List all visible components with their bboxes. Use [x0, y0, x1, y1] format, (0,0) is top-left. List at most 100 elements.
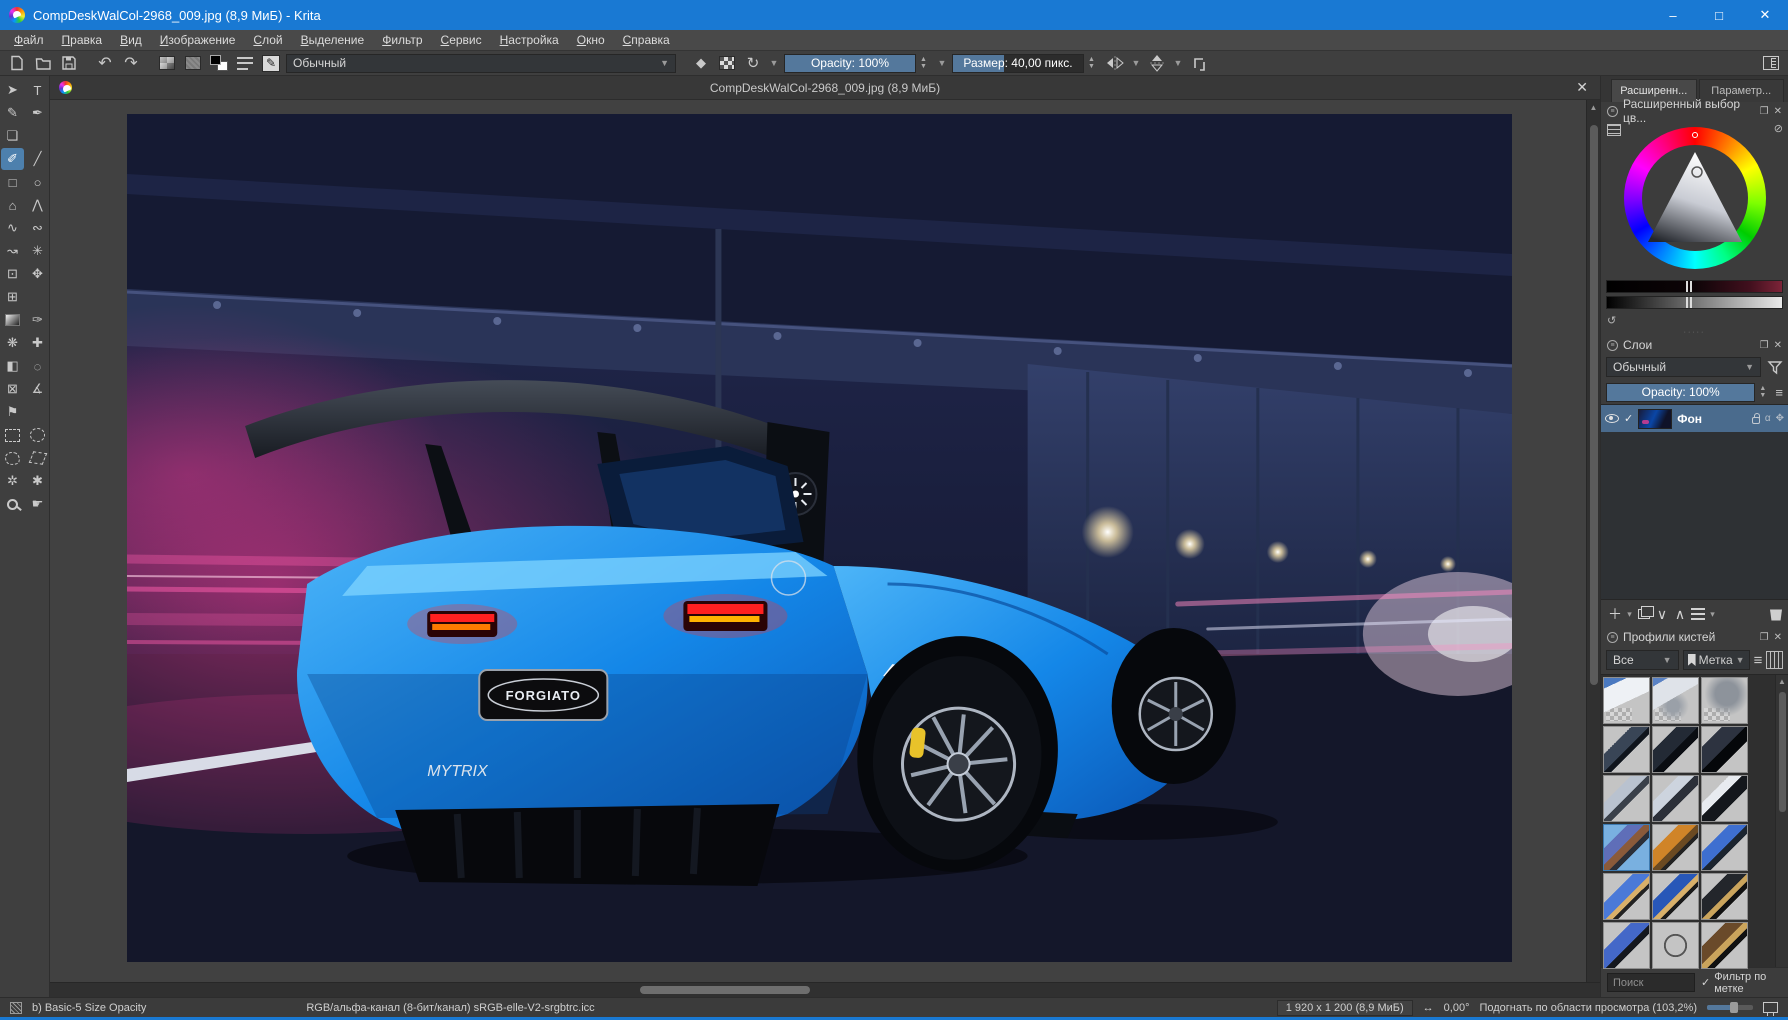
gradient-chooser-icon[interactable]: [156, 53, 178, 73]
duplicate-layer-button[interactable]: [1636, 603, 1652, 625]
rect-select-tool[interactable]: [1, 424, 24, 446]
mirror-horizontal-icon[interactable]: [1104, 53, 1126, 73]
refresh-colors-icon[interactable]: ↺: [1607, 315, 1616, 327]
layer-opacity-spinner[interactable]: ▲▼: [1759, 385, 1771, 399]
new-document-icon[interactable]: [6, 53, 28, 73]
crop-tool[interactable]: ⊞: [1, 286, 24, 308]
blend-mode-select[interactable]: Обычный ▼: [286, 54, 676, 73]
move-layer-up-button[interactable]: ∧: [1672, 603, 1688, 625]
size-spinner[interactable]: ▲▼: [1088, 56, 1100, 70]
save-icon[interactable]: [58, 53, 80, 73]
float-docker-icon[interactable]: ❐: [1760, 340, 1769, 351]
brush-preset[interactable]: [1701, 824, 1748, 871]
hue-value-strip[interactable]: [1606, 280, 1783, 293]
brush-preset[interactable]: [1701, 873, 1748, 920]
monitor-icon[interactable]: [1763, 1002, 1778, 1013]
layer-opacity-slider[interactable]: Opacity: 100%: [1606, 383, 1755, 402]
color-sampler-tool[interactable]: ✑: [26, 309, 49, 331]
layer-blend-mode-select[interactable]: Обычный ▼: [1606, 357, 1761, 377]
close-button[interactable]: ✕: [1742, 0, 1788, 30]
brush-preset[interactable]: [1701, 677, 1748, 724]
brush-preset[interactable]: [1652, 775, 1699, 822]
brush-preset[interactable]: [1603, 677, 1650, 724]
brush-preset[interactable]: [1652, 726, 1699, 773]
fg-bg-color-icon[interactable]: [208, 53, 230, 73]
docker-menu-icon[interactable]: ≡: [1607, 632, 1618, 643]
layer-name[interactable]: Фон: [1677, 412, 1747, 426]
similar-color-select-tool[interactable]: ✱: [26, 470, 49, 492]
zoom-tool[interactable]: [1, 493, 24, 515]
menu-image[interactable]: Изображение: [152, 31, 244, 49]
brush-scrollbar-thumb[interactable]: [1779, 692, 1786, 812]
menu-help[interactable]: Справка: [615, 31, 678, 49]
layer-filter-icon[interactable]: [1767, 359, 1783, 375]
menu-tools[interactable]: Сервис: [433, 31, 490, 49]
rectangle-tool[interactable]: □: [1, 171, 24, 193]
float-docker-icon[interactable]: ❐: [1760, 106, 1769, 117]
preserve-alpha-icon[interactable]: [716, 53, 738, 73]
zoom-mode-label[interactable]: Подогнать по области просмотра (103,2%): [1479, 1002, 1697, 1014]
layer-checkbox[interactable]: ✓: [1624, 412, 1633, 425]
layer-row[interactable]: ✓ Фон α ✥: [1601, 405, 1788, 432]
scroll-up-icon[interactable]: ▲: [1778, 675, 1786, 688]
opacity-spinner[interactable]: ▲▼: [920, 56, 932, 70]
freehand-brush-tool[interactable]: ✐: [1, 148, 24, 170]
close-docker-icon[interactable]: ✕: [1774, 632, 1782, 643]
open-document-icon[interactable]: [32, 53, 54, 73]
close-docker-icon[interactable]: ✕: [1774, 106, 1782, 117]
line-tool[interactable]: ╱: [26, 148, 49, 170]
document-close-icon[interactable]: ✕: [1564, 79, 1600, 96]
brush-preset[interactable]: [1701, 775, 1748, 822]
freehand-select-tool[interactable]: [1, 447, 24, 469]
opacity-slider[interactable]: Opacity: 100%: [784, 54, 916, 73]
reload-preset-icon[interactable]: ↻: [742, 53, 764, 73]
enclose-fill-tool[interactable]: ◌: [26, 355, 49, 377]
docker-splitter[interactable]: ·····: [1601, 328, 1788, 336]
layer-lock-icon[interactable]: [1752, 417, 1760, 424]
menu-edit[interactable]: Правка: [54, 31, 111, 49]
docker-menu-icon[interactable]: ≡: [1607, 340, 1618, 351]
mirror-horizontal-dropdown-icon[interactable]: ▼: [1130, 58, 1142, 68]
edit-shapes-tool[interactable]: ✎: [1, 102, 24, 124]
magnetic-select-tool[interactable]: [26, 447, 49, 469]
horizontal-scrollbar-thumb[interactable]: [640, 986, 810, 994]
brush-preset[interactable]: [1652, 677, 1699, 724]
freehand-path-tool[interactable]: ∾: [26, 217, 49, 239]
menu-file[interactable]: Файл: [6, 31, 52, 49]
reload-dropdown-icon[interactable]: ▼: [768, 58, 780, 68]
mirror-vertical-dropdown-icon[interactable]: ▼: [1172, 58, 1184, 68]
menu-filter[interactable]: Фильтр: [374, 31, 430, 49]
canvas[interactable]: FORGIATO MYTRIX ATRREX: [50, 100, 1586, 982]
layer-options-icon[interactable]: ≡: [1775, 385, 1783, 400]
gradient-tool[interactable]: [1, 309, 24, 331]
dynamic-brush-tool[interactable]: ↝: [1, 240, 24, 262]
move-tool[interactable]: ✥: [26, 263, 49, 285]
undo-icon[interactable]: ↶: [94, 53, 116, 73]
eraser-mode-icon[interactable]: ◆: [690, 53, 712, 73]
brush-preset[interactable]: [1603, 824, 1650, 871]
brush-preset[interactable]: [1603, 775, 1650, 822]
delete-layer-button[interactable]: [1770, 608, 1782, 621]
brush-filter-select[interactable]: Все ▼: [1606, 650, 1679, 670]
brush-preset[interactable]: [1652, 824, 1699, 871]
menu-layer[interactable]: Слой: [245, 31, 290, 49]
pan-tool[interactable]: ☛: [26, 493, 49, 515]
inherit-alpha-icon[interactable]: ✥: [1776, 413, 1784, 424]
multibrush-tool[interactable]: ✳: [26, 240, 49, 262]
brush-preset[interactable]: [1603, 873, 1650, 920]
brush-preset-status-icon[interactable]: [10, 1002, 22, 1014]
vertical-scrollbar-thumb[interactable]: [1590, 125, 1598, 685]
horizontal-scrollbar[interactable]: [50, 982, 1600, 997]
lightness-strip[interactable]: [1606, 296, 1783, 309]
brush-preset[interactable]: [1603, 922, 1650, 969]
tag-select[interactable]: Метка ▼: [1683, 650, 1750, 670]
vertical-scrollbar[interactable]: ▲: [1586, 100, 1600, 982]
brush-preset[interactable]: [1701, 922, 1748, 969]
ellipse-tool[interactable]: ○: [26, 171, 49, 193]
search-input[interactable]: [1607, 973, 1695, 992]
smart-patch-tool[interactable]: ✚: [26, 332, 49, 354]
docker-menu-icon[interactable]: ≡: [1607, 106, 1618, 117]
size-slider[interactable]: Размер: 40,00 пикс.: [952, 54, 1084, 73]
menu-settings[interactable]: Настройка: [492, 31, 567, 49]
menu-select[interactable]: Выделение: [293, 31, 373, 49]
